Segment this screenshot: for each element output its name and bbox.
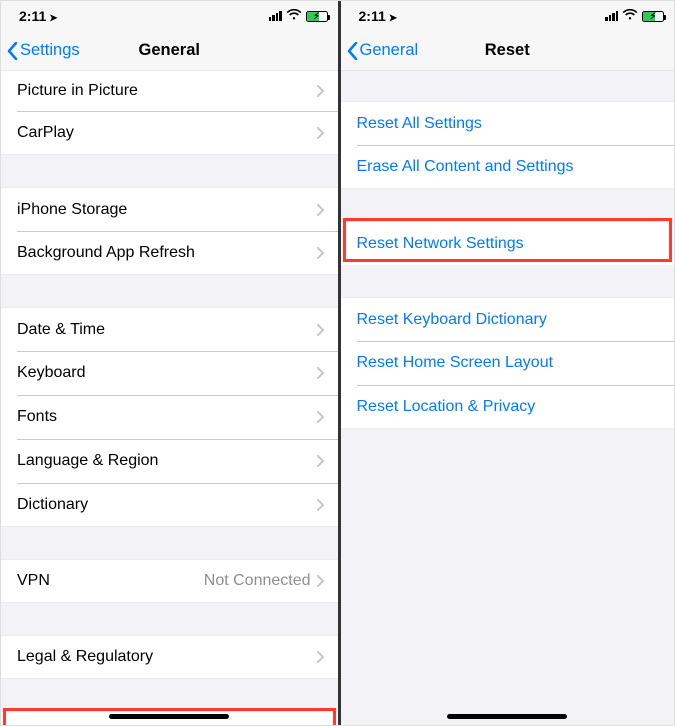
chevron-right-icon — [317, 575, 324, 587]
back-label: General — [360, 41, 419, 60]
row-reset-keyboard-dictionary[interactable]: Reset Keyboard Dictionary — [341, 297, 675, 341]
status-time: 2:11➤ — [359, 8, 398, 24]
group-5: Legal & Regulatory — [1, 635, 338, 679]
back-button[interactable]: Settings — [1, 41, 80, 60]
back-button[interactable]: General — [341, 41, 419, 60]
row-erase-all-content[interactable]: Erase All Content and Settings — [341, 145, 675, 189]
vpn-status-value: Not Connected — [204, 572, 311, 590]
row-dictionary[interactable]: Dictionary — [1, 483, 338, 527]
wifi-icon — [622, 9, 638, 24]
row-carplay[interactable]: CarPlay — [1, 111, 338, 155]
group-1: Picture in Picture CarPlay — [1, 71, 338, 155]
content-left: Picture in Picture CarPlay iPhone Storag… — [1, 71, 338, 725]
group-3: Date & Time Keyboard Fonts Language & Re… — [1, 307, 338, 527]
status-bar: 2:11➤ ⚡︎ — [341, 1, 675, 31]
row-keyboard[interactable]: Keyboard — [1, 351, 338, 395]
wifi-icon — [286, 9, 302, 24]
phone-left: 2:11➤ ⚡︎ Settings General P — [1, 1, 338, 725]
chevron-left-icon — [347, 42, 358, 60]
chevron-right-icon — [317, 367, 324, 379]
chevron-right-icon — [317, 127, 324, 139]
cellular-icon — [605, 11, 618, 21]
nav-bar: Settings General — [1, 31, 338, 71]
chevron-right-icon — [317, 651, 324, 663]
chevron-right-icon — [317, 499, 324, 511]
row-reset-all-settings[interactable]: Reset All Settings — [341, 101, 675, 145]
row-fonts[interactable]: Fonts — [1, 395, 338, 439]
battery-icon: ⚡︎ — [306, 11, 328, 22]
row-iphone-storage[interactable]: iPhone Storage — [1, 187, 338, 231]
row-reset-network-settings[interactable]: Reset Network Settings — [341, 221, 675, 265]
status-time: 2:11➤ — [19, 8, 58, 24]
home-indicator — [109, 714, 229, 719]
group-3: Reset Keyboard Dictionary Reset Home Scr… — [341, 297, 675, 429]
group-4: VPN Not Connected — [1, 559, 338, 603]
chevron-right-icon — [317, 247, 324, 259]
chevron-left-icon — [7, 42, 18, 60]
row-picture-in-picture[interactable]: Picture in Picture — [1, 71, 338, 111]
battery-icon: ⚡︎ — [642, 11, 664, 22]
row-reset-home-screen-layout[interactable]: Reset Home Screen Layout — [341, 341, 675, 385]
group-1: Reset All Settings Erase All Content and… — [341, 101, 675, 189]
group-2: Reset Network Settings — [341, 221, 675, 265]
chevron-right-icon — [317, 411, 324, 423]
nav-bar: General Reset — [341, 31, 675, 71]
row-background-app-refresh[interactable]: Background App Refresh — [1, 231, 338, 275]
chevron-right-icon — [317, 85, 324, 97]
phone-right: 2:11➤ ⚡︎ General Reset Rese — [338, 1, 675, 725]
row-date-time[interactable]: Date & Time — [1, 307, 338, 351]
location-icon: ➤ — [389, 13, 397, 24]
home-indicator — [447, 714, 567, 719]
chevron-right-icon — [317, 455, 324, 467]
chevron-right-icon — [317, 324, 324, 336]
row-reset-location-privacy[interactable]: Reset Location & Privacy — [341, 385, 675, 429]
location-icon: ➤ — [49, 13, 57, 24]
status-bar: 2:11➤ ⚡︎ — [1, 1, 338, 31]
group-2: iPhone Storage Background App Refresh — [1, 187, 338, 275]
cellular-icon — [269, 11, 282, 21]
chevron-right-icon — [317, 204, 324, 216]
back-label: Settings — [20, 41, 80, 60]
row-vpn[interactable]: VPN Not Connected — [1, 559, 338, 603]
content-right: Reset All Settings Erase All Content and… — [341, 71, 675, 725]
row-legal-regulatory[interactable]: Legal & Regulatory — [1, 635, 338, 679]
row-language-region[interactable]: Language & Region — [1, 439, 338, 483]
